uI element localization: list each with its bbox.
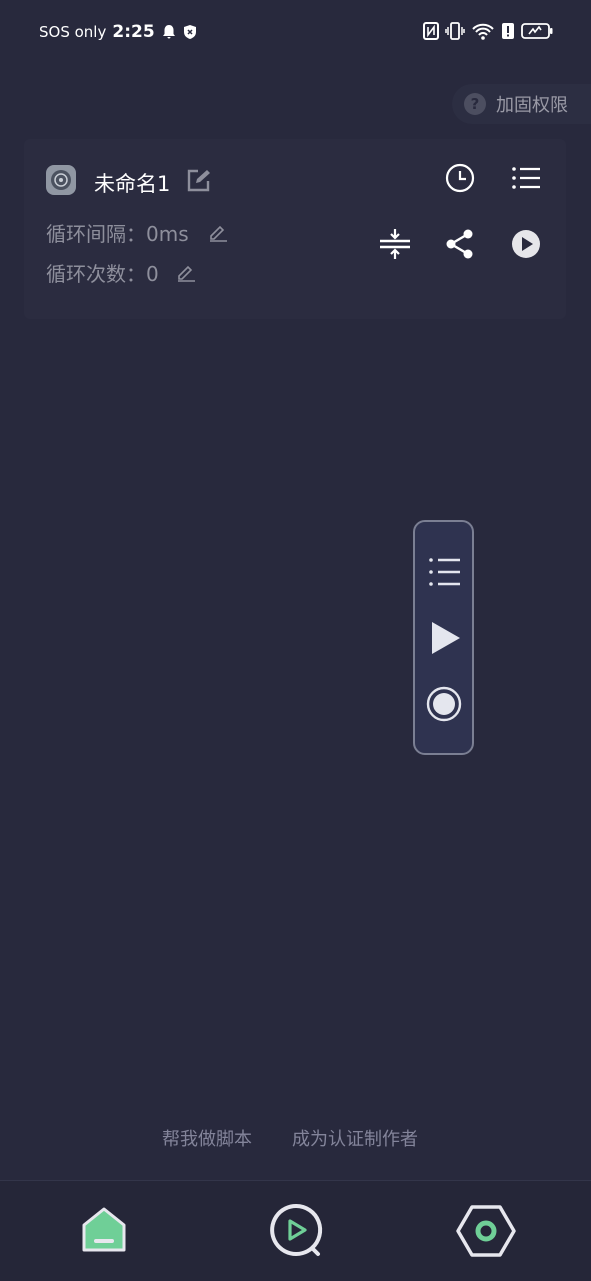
wifi-icon bbox=[472, 23, 494, 40]
count-label: 循环次数： bbox=[46, 262, 146, 286]
edit-name-icon[interactable] bbox=[186, 169, 210, 193]
shield-icon bbox=[183, 25, 196, 39]
app-icon bbox=[46, 165, 76, 195]
help-icon: ? bbox=[464, 93, 486, 115]
carrier-text: SOS only bbox=[39, 23, 107, 41]
become-author-link[interactable]: 成为认证制作者 bbox=[292, 1125, 418, 1151]
float-play-icon[interactable] bbox=[428, 620, 462, 656]
permission-button[interactable]: ? 加固权限 bbox=[452, 84, 591, 124]
bell-icon bbox=[162, 25, 175, 39]
nav-run-icon[interactable] bbox=[268, 1202, 324, 1258]
help-make-script-link[interactable]: 帮我做脚本 bbox=[162, 1125, 252, 1151]
clock: 2:25 bbox=[112, 22, 155, 42]
collapse-icon[interactable] bbox=[379, 228, 411, 260]
interval-row: 循环间隔：0ms bbox=[46, 218, 189, 247]
edit-interval-icon[interactable] bbox=[208, 222, 228, 242]
status-left: SOS only 2:25 bbox=[39, 22, 197, 42]
float-record-icon[interactable] bbox=[426, 686, 462, 722]
status-right bbox=[423, 22, 553, 40]
nfc-icon bbox=[423, 22, 439, 40]
interval-value: 0ms bbox=[146, 222, 189, 246]
list-icon[interactable] bbox=[510, 162, 542, 194]
battery-icon bbox=[521, 23, 553, 39]
nav-home-icon[interactable] bbox=[80, 1206, 128, 1254]
edit-count-icon[interactable] bbox=[176, 262, 196, 282]
status-bar: SOS only 2:25 bbox=[0, 0, 591, 66]
interval-label: 循环间隔： bbox=[46, 222, 146, 246]
play-circle-icon[interactable] bbox=[510, 228, 542, 260]
count-value: 0 bbox=[146, 262, 159, 286]
share-icon[interactable] bbox=[444, 228, 476, 260]
count-row: 循环次数：0 bbox=[46, 258, 159, 287]
history-icon[interactable] bbox=[444, 162, 476, 194]
script-title: 未命名1 bbox=[94, 172, 171, 196]
alert-icon bbox=[502, 23, 514, 39]
permission-label: 加固权限 bbox=[496, 95, 568, 116]
float-list-icon[interactable] bbox=[427, 555, 461, 589]
vibrate-icon bbox=[445, 22, 465, 40]
nav-settings-icon[interactable] bbox=[456, 1204, 516, 1258]
